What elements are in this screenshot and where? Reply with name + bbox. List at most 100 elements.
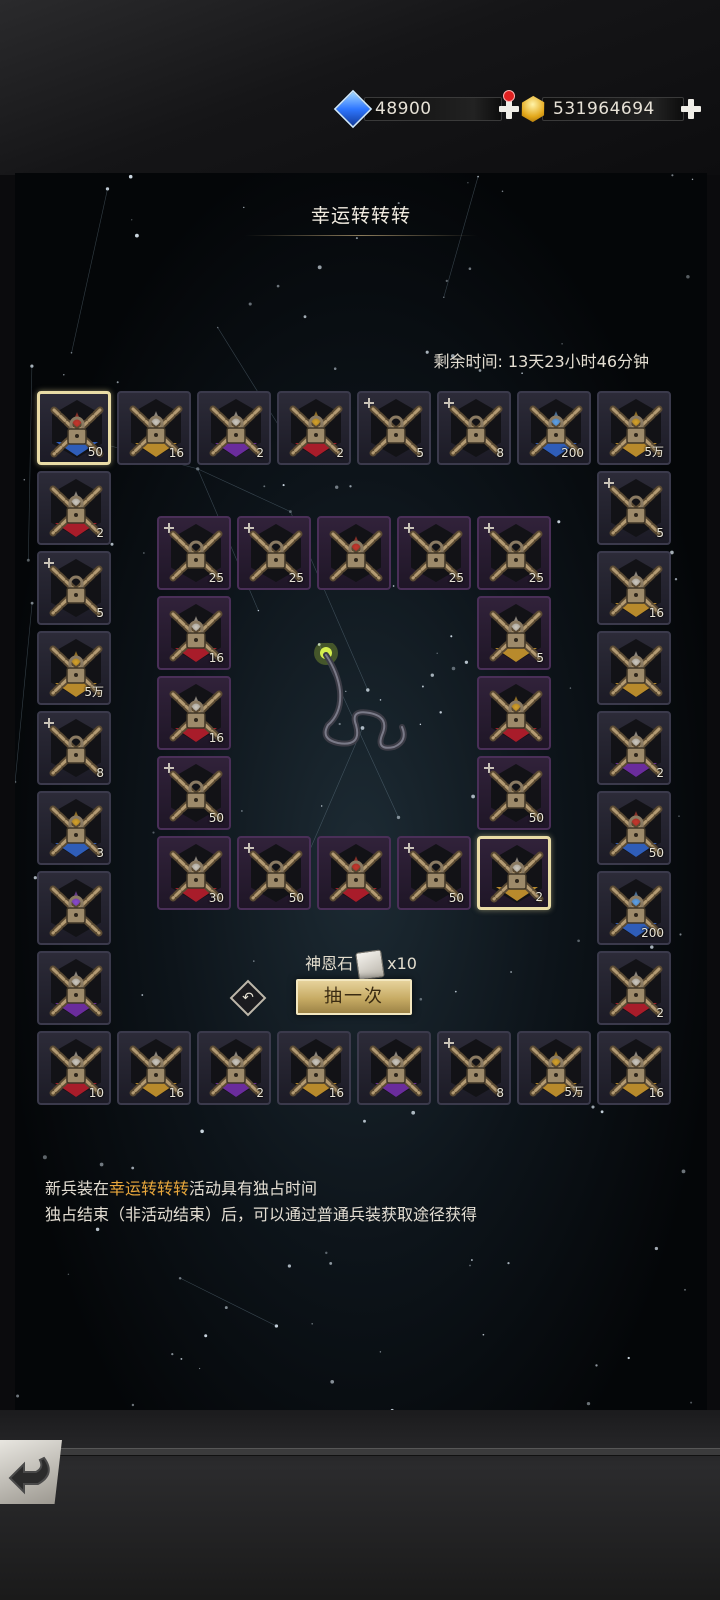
outer-reward-slot[interactable]: 2 (37, 471, 111, 545)
outer-reward-slot[interactable]: 200 (517, 391, 591, 465)
note-text: 新兵装在 (45, 1179, 110, 1198)
outer-reward-slot[interactable]: 16 (117, 391, 191, 465)
chain-lock-icon (329, 850, 383, 902)
star (439, 711, 442, 714)
inner-reward-slot[interactable]: 25 (397, 516, 471, 590)
inner-reward-slot[interactable]: 50 (397, 836, 471, 910)
outer-reward-slot[interactable]: 200 (597, 871, 671, 945)
star (425, 350, 429, 354)
reward-count: 16 (648, 606, 664, 620)
star (311, 1322, 314, 1325)
inner-reward-slot[interactable] (317, 516, 391, 590)
star (224, 1306, 228, 1310)
outer-reward-slot[interactable]: 8 (37, 711, 111, 785)
outer-reward-slot[interactable]: 3 (37, 791, 111, 865)
outer-reward-slot[interactable]: 8 (437, 1031, 511, 1105)
star (451, 666, 456, 671)
inner-reward-slot[interactable] (317, 836, 391, 910)
outer-reward-slot[interactable]: 8 (437, 391, 511, 465)
title-divider (245, 235, 477, 236)
star (99, 1162, 104, 1167)
outer-reward-slot[interactable]: 16 (277, 1031, 351, 1105)
star (561, 342, 563, 345)
inner-reward-slot[interactable]: 16 (157, 676, 231, 750)
panel-title: 幸运转转转 (310, 205, 411, 227)
outer-reward-slot[interactable]: 16 (117, 1031, 191, 1105)
outer-reward-slot[interactable]: 2 (277, 391, 351, 465)
outer-reward-slot[interactable] (357, 1031, 431, 1105)
outer-reward-slot[interactable]: 5 (597, 471, 671, 545)
star (521, 372, 523, 374)
outer-reward-slot[interactable]: 2 (197, 391, 271, 465)
outer-reward-slot[interactable]: 16 (597, 1031, 671, 1105)
back-arrow-icon (8, 1456, 50, 1495)
draw-once-button[interactable]: 抽一次 (296, 979, 412, 1015)
star (436, 652, 438, 655)
outer-reward-slot[interactable]: 50 (37, 391, 111, 465)
star (198, 1367, 201, 1370)
reward-count: 2 (656, 1006, 664, 1020)
inner-reward-slot[interactable]: 50 (157, 756, 231, 830)
star (469, 1264, 471, 1267)
star (143, 552, 145, 554)
star (263, 485, 266, 488)
constellation-line (28, 366, 33, 561)
reward-count: 5 (416, 446, 424, 460)
star (419, 997, 423, 1001)
rotate-arrow-icon: ↶ (242, 990, 254, 1006)
outer-reward-slot[interactable]: 10 (37, 1031, 111, 1105)
inner-reward-slot[interactable]: 25 (157, 516, 231, 590)
reward-count: 2 (256, 446, 264, 460)
inner-reward-slot[interactable]: 16 (157, 596, 231, 670)
outer-reward-slot[interactable]: 2 (197, 1031, 271, 1105)
star (67, 1273, 70, 1276)
reward-count: 2 (256, 1086, 264, 1100)
note-text: 活动具有独占时间 (189, 1179, 318, 1198)
star (23, 478, 26, 481)
outer-reward-slot[interactable]: 50 (597, 791, 671, 865)
chain-lock-icon (369, 1045, 423, 1097)
star (379, 1351, 382, 1353)
reward-count: 50 (288, 891, 304, 905)
inner-reward-slot[interactable]: 5 (477, 596, 551, 670)
star (116, 381, 119, 384)
reward-count: 50 (648, 846, 664, 860)
gem-amount: 48900 (364, 97, 502, 121)
outer-reward-slot[interactable]: 5万 (37, 631, 111, 705)
back-button[interactable] (0, 1440, 62, 1504)
star (131, 1403, 135, 1407)
inner-reward-slot[interactable]: 50 (237, 836, 311, 910)
star (200, 1129, 204, 1134)
star (679, 933, 682, 936)
reward-count: 16 (208, 731, 224, 745)
chain-lock-icon (489, 690, 543, 742)
inner-reward-slot[interactable]: 50 (477, 756, 551, 830)
star (42, 1155, 47, 1160)
outer-reward-slot[interactable]: 5万 (517, 1031, 591, 1105)
star (501, 190, 504, 193)
outer-reward-slot[interactable] (597, 631, 671, 705)
star (468, 267, 472, 270)
stone-count: x10 (387, 954, 417, 973)
star (349, 485, 352, 488)
reward-count: 2 (656, 766, 664, 780)
add-gold-plus-icon[interactable] (680, 98, 702, 120)
outer-reward-slot[interactable] (37, 871, 111, 945)
inner-reward-slot[interactable]: 25 (237, 516, 311, 590)
outer-reward-slot[interactable]: 2 (597, 711, 671, 785)
inner-reward-slot[interactable]: 30 (157, 836, 231, 910)
star (691, 178, 694, 181)
outer-reward-slot[interactable]: 5 (37, 551, 111, 625)
star (595, 1364, 598, 1367)
inner-reward-slot[interactable]: 25 (477, 516, 551, 590)
inner-reward-slot[interactable] (477, 676, 551, 750)
serpent-staff-icon (314, 643, 407, 751)
star (396, 815, 401, 820)
blue-gem-icon (333, 89, 373, 129)
outer-reward-slot[interactable]: 5 (357, 391, 431, 465)
outer-reward-slot[interactable]: 5万 (597, 391, 671, 465)
star (471, 794, 475, 799)
outer-reward-slot[interactable]: 16 (597, 551, 671, 625)
reward-count: 25 (288, 571, 304, 585)
inner-reward-slot[interactable]: 2 (477, 836, 551, 910)
